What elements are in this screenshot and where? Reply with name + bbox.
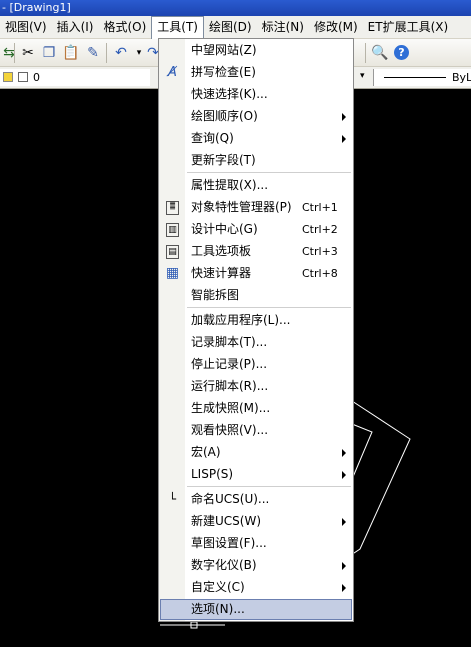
cut-icon[interactable]: ✂ bbox=[19, 44, 37, 62]
window-title: - [Drawing1] bbox=[2, 1, 71, 14]
menu-item-tablet[interactable]: 数字化仪(B) bbox=[160, 555, 352, 576]
layer-name: 0 bbox=[33, 71, 40, 84]
undo-icon[interactable]: ↶ bbox=[112, 44, 130, 62]
menu-item-run-script[interactable]: 运行脚本(R)... bbox=[160, 376, 352, 397]
tool-palette-icon: ▤ bbox=[166, 245, 179, 259]
layer-dropdown[interactable]: 0 bbox=[0, 69, 150, 86]
properties-icon: ≡ ≡ bbox=[166, 200, 179, 215]
ucs-icon: └ bbox=[168, 492, 177, 506]
menu-item-lisp[interactable]: LISP(S) bbox=[160, 464, 352, 485]
copy-icon[interactable]: ❐ bbox=[40, 44, 58, 62]
design-center-icon: ▥ bbox=[166, 223, 179, 237]
menu-divider bbox=[187, 307, 351, 308]
menu-modify[interactable]: 修改(M) bbox=[309, 17, 363, 38]
menu-item-stop-recording[interactable]: 停止记录(P)... bbox=[160, 354, 352, 375]
menu-et-tools[interactable]: ET扩展工具(X) bbox=[363, 17, 454, 38]
menu-item-tool-palettes[interactable]: ▤ 工具选项板 Ctrl+3 bbox=[160, 241, 352, 262]
match-properties-icon[interactable]: ✎ bbox=[84, 44, 102, 62]
menu-item-view-slide[interactable]: 观看快照(V)... bbox=[160, 420, 352, 441]
calculator-icon: ▦ bbox=[165, 265, 180, 281]
menu-item-quick-select[interactable]: 快速选择(K)... bbox=[160, 84, 352, 105]
layer-color-icon bbox=[17, 72, 28, 82]
menu-bar: 视图(V) 插入(I) 格式(O) 工具(T) 绘图(D) 标注(N) 修改(M… bbox=[0, 16, 471, 39]
submenu-arrow-icon bbox=[342, 135, 346, 143]
menu-item-design-center[interactable]: ▥ 设计中心(G) Ctrl+2 bbox=[160, 219, 352, 240]
paste-icon[interactable]: 📋 bbox=[62, 44, 80, 62]
menu-view[interactable]: 视图(V) bbox=[0, 17, 52, 38]
menu-draw[interactable]: 绘图(D) bbox=[204, 17, 257, 38]
menu-format[interactable]: 格式(O) bbox=[98, 17, 151, 38]
menu-item-options[interactable]: 选项(N)... bbox=[160, 599, 352, 620]
menu-item-drafting-settings[interactable]: 草图设置(F)... bbox=[160, 533, 352, 554]
menu-item-new-ucs[interactable]: 新建UCS(W) bbox=[160, 511, 352, 532]
menu-tools[interactable]: 工具(T) bbox=[151, 16, 204, 39]
menu-item-smart-split[interactable]: 智能拆图 bbox=[160, 285, 352, 306]
tools-menu: 中望网站(Z) A̸ 拼写检查(E) 快速选择(K)... 绘图顺序(O) 查询… bbox=[158, 38, 354, 622]
menu-item-attribute-extraction[interactable]: 属性提取(X)... bbox=[160, 175, 352, 196]
submenu-arrow-icon bbox=[342, 518, 346, 526]
menu-divider bbox=[187, 486, 351, 487]
spell-check-icon: A̸ bbox=[168, 65, 177, 80]
linetype-dropdown[interactable]: ByL bbox=[373, 69, 471, 86]
submenu-arrow-icon bbox=[342, 449, 346, 457]
menu-item-customize[interactable]: 自定义(C) bbox=[160, 577, 352, 598]
menu-item-quick-calculator[interactable]: ▦ 快速计算器 Ctrl+8 bbox=[160, 263, 352, 284]
menu-item-record-script[interactable]: 记录脚本(T)... bbox=[160, 332, 352, 353]
menu-item-update-fields[interactable]: 更新字段(T) bbox=[160, 150, 352, 171]
zoom-icon[interactable]: 🔍 bbox=[371, 44, 389, 62]
menu-item-make-slide[interactable]: 生成快照(M)... bbox=[160, 398, 352, 419]
menu-insert[interactable]: 插入(I) bbox=[52, 17, 99, 38]
menu-item-inquiry[interactable]: 查询(Q) bbox=[160, 128, 352, 149]
submenu-arrow-icon bbox=[342, 471, 346, 479]
title-bar: - [Drawing1] bbox=[0, 0, 471, 16]
linetype-sample-icon bbox=[384, 77, 446, 78]
menu-item-macro[interactable]: 宏(A) bbox=[160, 442, 352, 463]
submenu-arrow-icon bbox=[342, 113, 346, 121]
help-icon[interactable]: ? bbox=[394, 45, 409, 60]
layer-sun-icon bbox=[3, 72, 13, 82]
linetype-value: ByL bbox=[452, 71, 471, 84]
menu-item-zwsoft-website[interactable]: 中望网站(Z) bbox=[160, 40, 352, 61]
menu-item-properties-manager[interactable]: ≡ ≡ 对象特性管理器(P) Ctrl+1 bbox=[160, 197, 352, 218]
menu-item-draw-order[interactable]: 绘图顺序(O) bbox=[160, 106, 352, 127]
match-icon[interactable]: ⇆ bbox=[0, 44, 18, 62]
menu-item-named-ucs[interactable]: └ 命名UCS(U)... bbox=[160, 489, 352, 510]
menu-dimension[interactable]: 标注(N) bbox=[257, 17, 309, 38]
submenu-arrow-icon bbox=[342, 562, 346, 570]
menu-item-load-application[interactable]: 加载应用程序(L)... bbox=[160, 310, 352, 331]
submenu-arrow-icon bbox=[342, 584, 346, 592]
menu-divider bbox=[187, 172, 351, 173]
menu-item-spell-check[interactable]: A̸ 拼写检查(E) bbox=[160, 62, 352, 83]
dropdown-arrow-icon[interactable]: ▾ bbox=[360, 71, 365, 81]
